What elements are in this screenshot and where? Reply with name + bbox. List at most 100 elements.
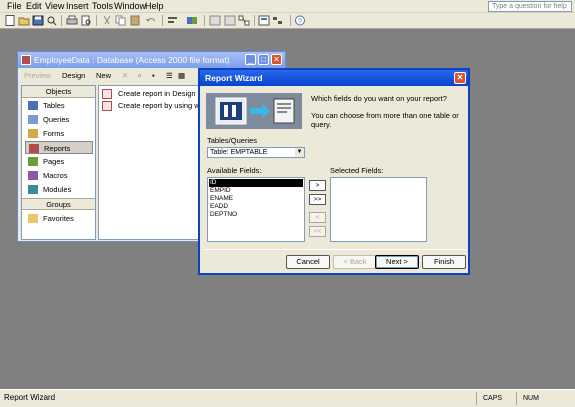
available-field-item[interactable]: EADD [209, 203, 303, 211]
back-button[interactable]: < Back [333, 255, 377, 269]
menu-file[interactable]: File [7, 1, 22, 12]
report-wizard-titlebar[interactable]: Report Wizard ✕ [200, 70, 468, 86]
tables-queries-select[interactable]: Table: EMPTABLE ▼ [207, 147, 305, 158]
help-search-input[interactable]: Type a question for help [488, 1, 572, 12]
menu-edit[interactable]: Edit [26, 1, 42, 12]
new-button[interactable]: New [96, 71, 111, 80]
office-links-icon[interactable] [186, 15, 198, 26]
paste-icon[interactable] [129, 15, 141, 26]
dialog-title: Report Wizard [205, 73, 263, 83]
report-icon [29, 144, 39, 153]
save-icon[interactable] [32, 15, 44, 26]
form-icon [28, 129, 38, 138]
code-icon[interactable] [209, 15, 221, 26]
print-icon[interactable] [66, 15, 78, 26]
report-wizard-icon [102, 101, 112, 111]
svg-text:?: ? [298, 19, 302, 26]
cut-icon[interactable] [101, 15, 113, 26]
maximize-button[interactable]: □ [258, 54, 269, 65]
toolbar-separator [61, 15, 62, 26]
report-wizard-dialog: Report Wizard ✕ Which fields do you want… [198, 68, 470, 275]
nav-item-label: Pages [43, 157, 65, 166]
database-window-titlebar[interactable]: EmployeeData : Database (Access 2000 fil… [18, 52, 285, 68]
relationships-icon[interactable] [238, 15, 250, 26]
delete-icon[interactable]: ✕ [122, 71, 128, 80]
menu-window[interactable]: Window [114, 1, 146, 12]
preview-button[interactable]: Preview [24, 71, 51, 80]
available-field-item[interactable]: ID [209, 179, 303, 187]
small-icons-icon[interactable]: ▪ [152, 71, 155, 80]
nav-item-macros[interactable]: Macros [25, 169, 93, 182]
menu-view[interactable]: View [45, 1, 64, 12]
move-one-right-button[interactable]: > [309, 180, 326, 191]
tables-queries-label: Tables/Queries [207, 136, 258, 145]
close-button[interactable]: ✕ [271, 54, 282, 65]
details-view-icon[interactable]: ▦ [178, 71, 185, 80]
objects-header[interactable]: Objects [22, 86, 95, 98]
page-icon [28, 157, 38, 166]
nav-item-label: Favorites [43, 214, 74, 223]
nav-item-favorites[interactable]: Favorites [25, 212, 93, 225]
move-all-right-button[interactable]: >> [309, 194, 326, 205]
favorites-folder-icon [28, 214, 38, 223]
next-button[interactable]: Next > [375, 255, 419, 269]
design-button-label: Design [62, 71, 86, 80]
available-field-item[interactable]: EMPID [209, 187, 303, 195]
selected-fields-label: Selected Fields: [330, 166, 384, 175]
new-object-icon[interactable] [258, 15, 270, 26]
menu-insert[interactable]: Insert [66, 1, 89, 12]
available-field-item[interactable]: DEPTNO [209, 211, 303, 219]
nav-item-label: Modules [43, 185, 72, 194]
search-icon[interactable] [46, 15, 58, 26]
copy-icon[interactable] [115, 15, 127, 26]
groups-header[interactable]: Groups [22, 198, 95, 210]
module-icon [28, 185, 38, 194]
database-window-title: EmployeeData : Database (Access 2000 fil… [34, 55, 230, 65]
object-navigation-pane: Objects Tables Queries Forms Reports Pag… [21, 85, 96, 240]
large-icons-icon[interactable]: ▫ [138, 71, 141, 80]
print-preview-icon[interactable] [80, 15, 92, 26]
cancel-button[interactable]: Cancel [286, 255, 330, 269]
nav-item-queries[interactable]: Queries [25, 113, 93, 126]
minimize-button[interactable]: _ [245, 54, 256, 65]
nav-item-reports[interactable]: Reports [25, 141, 93, 154]
status-bar: Report Wizard CAPS NUM [0, 389, 575, 407]
menu-bar: File Edit View Insert Tools Window Help … [0, 0, 575, 13]
menu-tools[interactable]: Tools [92, 1, 113, 12]
available-fields-list[interactable]: ID EMPID ENAME EADD DEPTNO [207, 177, 305, 242]
close-button[interactable]: ✕ [454, 72, 466, 84]
macro-icon [28, 171, 38, 180]
finish-button[interactable]: Finish [422, 255, 466, 269]
nav-item-modules[interactable]: Modules [25, 183, 93, 196]
selected-fields-list[interactable] [330, 177, 427, 242]
design-button[interactable]: Design [62, 71, 85, 80]
move-one-left-button[interactable]: < [309, 212, 326, 223]
new-button-label: New [96, 71, 112, 80]
toolbar-separator [96, 15, 97, 26]
nav-item-tables[interactable]: Tables [25, 99, 93, 112]
object-list-icon[interactable] [272, 15, 284, 26]
main-toolbar: ? [0, 13, 575, 29]
nav-item-pages[interactable]: Pages [25, 155, 93, 168]
wizard-graphic [206, 93, 302, 129]
toolbar-separator [162, 15, 163, 26]
num-indicator: NUM [516, 392, 556, 405]
list-view-icon[interactable]: ☰ [166, 71, 173, 80]
available-field-item[interactable]: ENAME [209, 195, 303, 203]
properties-icon[interactable] [224, 15, 236, 26]
query-icon [28, 115, 38, 124]
menu-help[interactable]: Help [145, 1, 164, 12]
list-item[interactable]: Create report in Design view [102, 89, 213, 99]
toolbar-separator [204, 15, 205, 26]
undo-icon[interactable] [145, 15, 157, 26]
new-document-icon[interactable] [4, 15, 16, 26]
help-icon[interactable]: ? [294, 15, 306, 26]
analyze-icon[interactable] [167, 15, 179, 26]
chevron-down-icon[interactable]: ▼ [295, 148, 304, 157]
toolbar-separator [290, 15, 291, 26]
nav-item-label: Reports [44, 144, 71, 153]
caps-indicator: CAPS [476, 392, 516, 405]
nav-item-forms[interactable]: Forms [25, 127, 93, 140]
open-folder-icon[interactable] [18, 15, 30, 26]
move-all-left-button[interactable]: << [309, 226, 326, 237]
